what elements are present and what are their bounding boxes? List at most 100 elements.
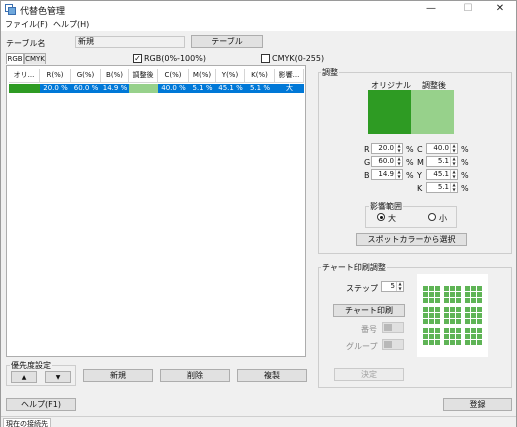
y-spinner[interactable]: 45.1 ▲ ▼ — [426, 169, 458, 180]
group-label: グループ — [346, 342, 378, 351]
spinner-arrows-icon[interactable]: ▲ ▼ — [395, 169, 402, 179]
c-unit: % — [461, 145, 469, 154]
priority-down-button[interactable]: ▼ — [45, 371, 71, 383]
chart-swatch — [465, 292, 470, 297]
r-label: R — [364, 145, 370, 154]
table-button[interactable]: テーブル — [191, 35, 263, 48]
chart-swatch — [444, 313, 449, 318]
decide-button[interactable]: 決定 — [334, 368, 404, 381]
original-color-swatch — [368, 90, 411, 134]
table-name-label: テーブル名 — [6, 39, 46, 48]
number-toggle[interactable] — [382, 322, 404, 333]
chart-swatch — [423, 328, 428, 333]
chart-swatch — [435, 340, 440, 345]
chart-swatch — [477, 286, 482, 291]
k-spinner[interactable]: 5.1 ▲ ▼ — [426, 182, 458, 193]
g-spinner[interactable]: 60.0 ▲ ▼ — [371, 156, 403, 167]
column-header-original[interactable]: オリ... — [9, 69, 40, 83]
chart-swatch — [435, 286, 440, 291]
m-label: M — [417, 158, 424, 167]
maximize-button[interactable]: ☐ — [451, 1, 485, 18]
column-header-k[interactable]: K(%) — [245, 69, 275, 83]
chart-swatch — [444, 286, 449, 291]
y-cell: 45.1 % — [216, 84, 245, 93]
chart-swatch — [423, 298, 428, 303]
chart-swatch — [435, 328, 440, 333]
spinner-arrows-icon[interactable]: ▲ ▼ — [395, 156, 402, 166]
chart-swatch — [477, 292, 482, 297]
step-spinner[interactable]: 5 ▲ ▼ — [381, 281, 404, 292]
chart-swatch — [423, 286, 428, 291]
group-toggle[interactable] — [382, 339, 404, 350]
chart-swatch — [456, 307, 461, 312]
column-header-r[interactable]: R(%) — [40, 69, 71, 83]
chart-swatch — [429, 313, 434, 318]
close-button[interactable]: ✕ — [483, 1, 517, 18]
chart-swatch — [456, 286, 461, 291]
chart-swatch — [444, 307, 449, 312]
help-button[interactable]: ヘルプ(F1) — [6, 398, 76, 411]
column-header-b[interactable]: B(%) — [101, 69, 129, 83]
chart-swatch — [456, 334, 461, 339]
chart-swatch — [423, 334, 428, 339]
spinner-arrows-icon[interactable]: ▲ ▼ — [395, 143, 402, 153]
spinner-arrows-icon[interactable]: ▲ ▼ — [450, 143, 457, 153]
color-table[interactable]: オリ... R(%) G(%) B(%) 調整後 C(%) M(%) Y(%) … — [6, 65, 306, 357]
column-header-m[interactable]: M(%) — [189, 69, 216, 83]
chart-swatch — [471, 334, 476, 339]
cmyk-checkbox[interactable] — [261, 54, 270, 63]
chart-swatch — [429, 319, 434, 324]
delete-button[interactable]: 削除 — [160, 369, 230, 382]
chart-swatch — [456, 340, 461, 345]
column-header-c[interactable]: C(%) — [158, 69, 189, 83]
b-cell: 14.9 % — [101, 84, 129, 93]
column-header-adjusted[interactable]: 調整後 — [129, 69, 158, 83]
c-cell: 40.0 % — [158, 84, 189, 93]
chart-swatch — [429, 286, 434, 291]
priority-up-button[interactable]: ▲ — [11, 371, 37, 383]
influence-small-label: 小 — [439, 214, 447, 223]
spot-color-button[interactable]: スポットカラーから選択 — [356, 233, 467, 246]
chart-swatch — [471, 313, 476, 318]
m-spinner[interactable]: 5.1 ▲ ▼ — [426, 156, 458, 167]
chart-swatch — [465, 313, 470, 318]
status-bar: 現在の接続先 — [1, 416, 516, 427]
b-spinner[interactable]: 14.9 ▲ ▼ — [371, 169, 403, 180]
influence-large-radio[interactable] — [377, 213, 385, 221]
chart-swatch — [477, 340, 482, 345]
chart-swatch — [450, 319, 455, 324]
column-header-influence[interactable]: 影響... — [275, 69, 304, 83]
spinner-arrows-icon[interactable]: ▲ ▼ — [450, 156, 457, 166]
r-spinner[interactable]: 20.0 ▲ ▼ — [371, 143, 403, 154]
spinner-arrows-icon[interactable]: ▲ ▼ — [450, 182, 457, 192]
c-spinner[interactable]: 40.0 ▲ ▼ — [426, 143, 458, 154]
chart-swatch — [465, 298, 470, 303]
tab-cmyk[interactable]: CMYK — [24, 53, 46, 64]
minimize-button[interactable]: — — [414, 1, 448, 18]
b-label: B — [364, 171, 370, 180]
chart-swatch — [450, 328, 455, 333]
tab-rgb[interactable]: RGB — [6, 53, 24, 64]
chart-preview — [417, 274, 488, 357]
chart-print-button[interactable]: チャート印刷 — [333, 304, 405, 317]
b-unit: % — [406, 171, 414, 180]
menu-file[interactable]: ファイル(F) — [5, 19, 48, 30]
c-label: C — [417, 145, 423, 154]
k-unit: % — [461, 184, 469, 193]
chart-swatch — [477, 334, 482, 339]
rgb-checkbox[interactable]: ✓ — [133, 54, 142, 63]
menu-help[interactable]: ヘルプ(H) — [53, 19, 89, 30]
spinner-arrows-icon[interactable]: ▲ ▼ — [450, 169, 457, 179]
copy-button[interactable]: 複製 — [237, 369, 307, 382]
new-button[interactable]: 新規 — [83, 369, 153, 382]
chart-swatch — [471, 328, 476, 333]
register-button[interactable]: 登録 — [443, 398, 512, 411]
column-header-y[interactable]: Y(%) — [216, 69, 245, 83]
g-label: G — [364, 158, 371, 167]
spinner-arrows-icon[interactable]: ▲ ▼ — [396, 281, 403, 291]
chart-swatch — [429, 298, 434, 303]
title-bar[interactable]: 代替色管理 — ☐ ✕ — [1, 1, 516, 18]
column-header-g[interactable]: G(%) — [71, 69, 101, 83]
influence-small-radio[interactable] — [428, 213, 436, 221]
chart-swatch — [465, 328, 470, 333]
